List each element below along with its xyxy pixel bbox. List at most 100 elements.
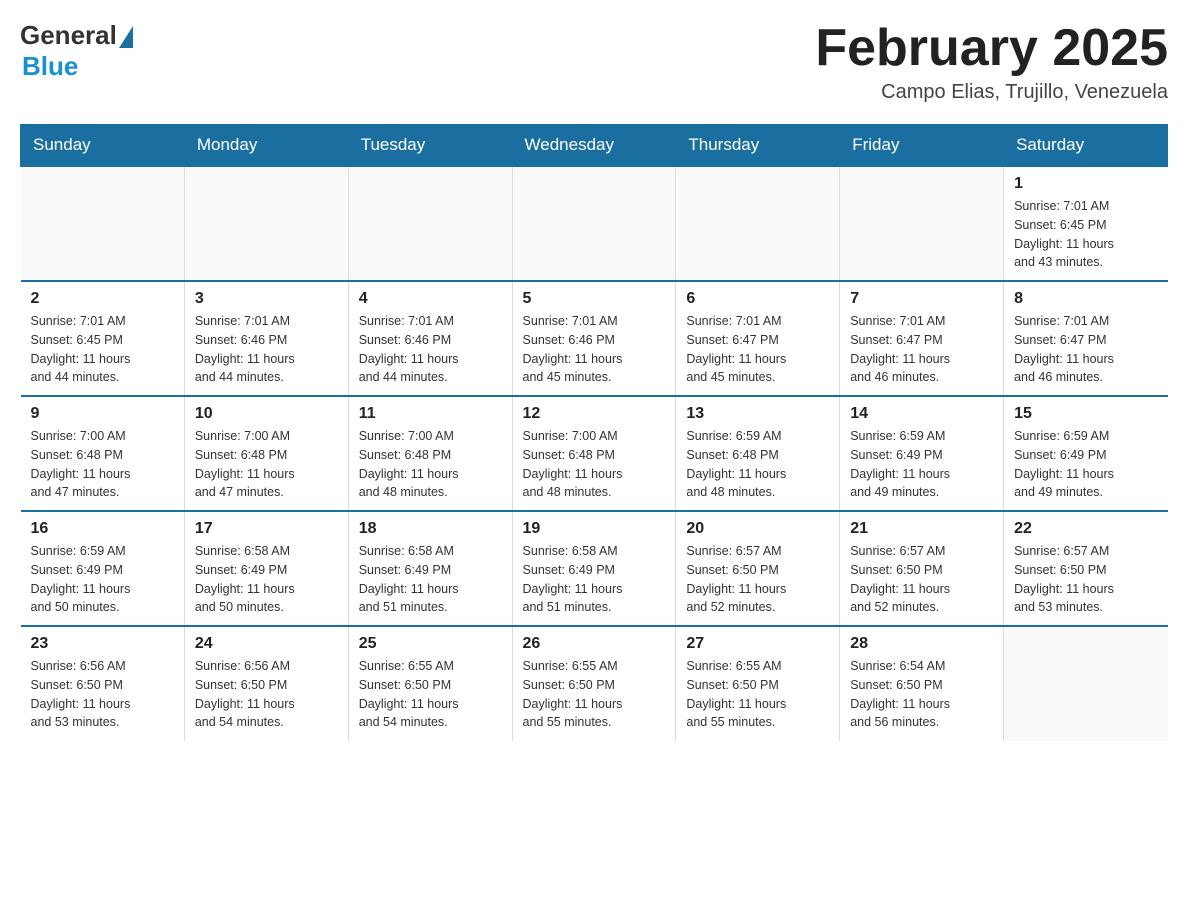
calendar-cell: 17 Sunrise: 6:58 AM Sunset: 6:49 PM Dayli…: [184, 511, 348, 626]
calendar-cell: 23 Sunrise: 6:56 AM Sunset: 6:50 PM Dayli…: [21, 626, 185, 741]
weekday-header-monday: Monday: [184, 125, 348, 167]
calendar-cell: 27Sunrise: 6:55 AM Sunset: 6:50 PM Dayli…: [676, 626, 840, 741]
calendar-cell: 20 Sunrise: 6:57 AM Sunset: 6:50 PM Dayli…: [676, 511, 840, 626]
day-number: 21: [850, 520, 993, 538]
day-info: Sunrise: 6:54 AM Sunset: 6:50 PM Dayligh…: [850, 657, 993, 732]
day-number: 23: [31, 635, 174, 653]
day-number: 19: [523, 520, 666, 538]
calendar-cell: 21 Sunrise: 6:57 AM Sunset: 6:50 PM Dayli…: [840, 511, 1004, 626]
calendar-cell: 3Sunrise: 7:01 AM Sunset: 6:46 PM Daylig…: [184, 281, 348, 396]
day-info: Sunrise: 6:57 AM Sunset: 6:50 PM Dayligh…: [850, 542, 993, 617]
day-info: Sunrise: 7:01 AM Sunset: 6:46 PM Dayligh…: [523, 312, 666, 387]
day-info: Sunrise: 7:01 AM Sunset: 6:47 PM Dayligh…: [850, 312, 993, 387]
day-number: 16: [31, 520, 174, 538]
calendar-cell: 22Sunrise: 6:57 AM Sunset: 6:50 PM Dayli…: [1004, 511, 1168, 626]
day-info: Sunrise: 6:59 AM Sunset: 6:49 PM Dayligh…: [1014, 427, 1157, 502]
week-row-4: 23 Sunrise: 6:56 AM Sunset: 6:50 PM Dayli…: [21, 626, 1168, 741]
day-number: 2: [31, 290, 174, 308]
logo: General Blue: [20, 20, 133, 82]
day-info: Sunrise: 6:58 AM Sunset: 6:49 PM Dayligh…: [359, 542, 502, 617]
calendar-cell: 11 Sunrise: 7:00 AM Sunset: 6:48 PM Dayli…: [348, 396, 512, 511]
day-info: Sunrise: 7:01 AM Sunset: 6:46 PM Dayligh…: [195, 312, 338, 387]
logo-blue-text: Blue: [22, 51, 78, 82]
calendar-cell: 18Sunrise: 6:58 AM Sunset: 6:49 PM Dayli…: [348, 511, 512, 626]
day-number: 9: [31, 405, 174, 423]
day-info: Sunrise: 6:59 AM Sunset: 6:49 PM Dayligh…: [31, 542, 174, 617]
day-number: 5: [523, 290, 666, 308]
calendar-cell: [1004, 626, 1168, 741]
day-number: 10: [195, 405, 338, 423]
calendar-cell: 28 Sunrise: 6:54 AM Sunset: 6:50 PM Dayli…: [840, 626, 1004, 741]
calendar-cell: 12 Sunrise: 7:00 AM Sunset: 6:48 PM Dayli…: [512, 396, 676, 511]
day-number: 8: [1014, 290, 1157, 308]
day-info: Sunrise: 6:59 AM Sunset: 6:48 PM Dayligh…: [686, 427, 829, 502]
calendar-cell: 1Sunrise: 7:01 AM Sunset: 6:45 PM Daylig…: [1004, 166, 1168, 281]
calendar-cell: 16 Sunrise: 6:59 AM Sunset: 6:49 PM Dayli…: [21, 511, 185, 626]
day-info: Sunrise: 7:00 AM Sunset: 6:48 PM Dayligh…: [31, 427, 174, 502]
day-number: 24: [195, 635, 338, 653]
day-info: Sunrise: 6:55 AM Sunset: 6:50 PM Dayligh…: [523, 657, 666, 732]
calendar-cell: [348, 166, 512, 281]
calendar-table: SundayMondayTuesdayWednesdayThursdayFrid…: [20, 124, 1168, 741]
day-info: Sunrise: 7:00 AM Sunset: 6:48 PM Dayligh…: [523, 427, 666, 502]
calendar-cell: 24Sunrise: 6:56 AM Sunset: 6:50 PM Dayli…: [184, 626, 348, 741]
day-number: 4: [359, 290, 502, 308]
weekday-header-friday: Friday: [840, 125, 1004, 167]
day-info: Sunrise: 7:00 AM Sunset: 6:48 PM Dayligh…: [195, 427, 338, 502]
calendar-cell: 26Sunrise: 6:55 AM Sunset: 6:50 PM Dayli…: [512, 626, 676, 741]
logo-triangle-icon: [119, 26, 133, 48]
calendar-cell: 9 Sunrise: 7:00 AM Sunset: 6:48 PM Daylig…: [21, 396, 185, 511]
day-info: Sunrise: 6:59 AM Sunset: 6:49 PM Dayligh…: [850, 427, 993, 502]
day-info: Sunrise: 7:00 AM Sunset: 6:48 PM Dayligh…: [359, 427, 502, 502]
day-number: 14: [850, 405, 993, 423]
day-number: 15: [1014, 405, 1157, 423]
calendar-cell: [676, 166, 840, 281]
calendar-cell: [184, 166, 348, 281]
day-number: 22: [1014, 520, 1157, 538]
calendar-cell: 4 Sunrise: 7:01 AM Sunset: 6:46 PM Daylig…: [348, 281, 512, 396]
day-number: 25: [359, 635, 502, 653]
calendar-cell: 25 Sunrise: 6:55 AM Sunset: 6:50 PM Dayli…: [348, 626, 512, 741]
day-number: 12: [523, 405, 666, 423]
day-number: 28: [850, 635, 993, 653]
day-number: 11: [359, 405, 502, 423]
calendar-cell: 10 Sunrise: 7:00 AM Sunset: 6:48 PM Dayli…: [184, 396, 348, 511]
calendar-cell: 2 Sunrise: 7:01 AM Sunset: 6:45 PM Daylig…: [21, 281, 185, 396]
day-info: Sunrise: 6:58 AM Sunset: 6:49 PM Dayligh…: [523, 542, 666, 617]
title-area: February 2025 Campo Elias, Trujillo, Ven…: [815, 20, 1168, 104]
week-row-3: 16 Sunrise: 6:59 AM Sunset: 6:49 PM Dayli…: [21, 511, 1168, 626]
calendar-cell: [840, 166, 1004, 281]
calendar-cell: 7 Sunrise: 7:01 AM Sunset: 6:47 PM Daylig…: [840, 281, 1004, 396]
weekday-header-thursday: Thursday: [676, 125, 840, 167]
day-info: Sunrise: 6:55 AM Sunset: 6:50 PM Dayligh…: [359, 657, 502, 732]
day-info: Sunrise: 7:01 AM Sunset: 6:45 PM Dayligh…: [31, 312, 174, 387]
weekday-header-wednesday: Wednesday: [512, 125, 676, 167]
calendar-subtitle: Campo Elias, Trujillo, Venezuela: [815, 81, 1168, 104]
day-number: 6: [686, 290, 829, 308]
day-info: Sunrise: 7:01 AM Sunset: 6:46 PM Dayligh…: [359, 312, 502, 387]
weekday-header-tuesday: Tuesday: [348, 125, 512, 167]
weekday-header-row: SundayMondayTuesdayWednesdayThursdayFrid…: [21, 125, 1168, 167]
calendar-title: February 2025: [815, 20, 1168, 77]
calendar-cell: [512, 166, 676, 281]
week-row-0: 1Sunrise: 7:01 AM Sunset: 6:45 PM Daylig…: [21, 166, 1168, 281]
day-number: 7: [850, 290, 993, 308]
week-row-1: 2 Sunrise: 7:01 AM Sunset: 6:45 PM Daylig…: [21, 281, 1168, 396]
logo-general-text: General: [20, 20, 117, 51]
calendar-cell: 5 Sunrise: 7:01 AM Sunset: 6:46 PM Daylig…: [512, 281, 676, 396]
day-number: 13: [686, 405, 829, 423]
day-info: Sunrise: 7:01 AM Sunset: 6:45 PM Dayligh…: [1014, 197, 1157, 272]
weekday-header-saturday: Saturday: [1004, 125, 1168, 167]
day-info: Sunrise: 6:57 AM Sunset: 6:50 PM Dayligh…: [686, 542, 829, 617]
day-info: Sunrise: 6:58 AM Sunset: 6:49 PM Dayligh…: [195, 542, 338, 617]
day-info: Sunrise: 6:56 AM Sunset: 6:50 PM Dayligh…: [31, 657, 174, 732]
calendar-cell: 15 Sunrise: 6:59 AM Sunset: 6:49 PM Dayli…: [1004, 396, 1168, 511]
day-number: 17: [195, 520, 338, 538]
week-row-2: 9 Sunrise: 7:00 AM Sunset: 6:48 PM Daylig…: [21, 396, 1168, 511]
day-info: Sunrise: 7:01 AM Sunset: 6:47 PM Dayligh…: [686, 312, 829, 387]
calendar-cell: 8Sunrise: 7:01 AM Sunset: 6:47 PM Daylig…: [1004, 281, 1168, 396]
day-number: 27: [686, 635, 829, 653]
weekday-header-sunday: Sunday: [21, 125, 185, 167]
calendar-cell: 13 Sunrise: 6:59 AM Sunset: 6:48 PM Dayli…: [676, 396, 840, 511]
day-number: 20: [686, 520, 829, 538]
